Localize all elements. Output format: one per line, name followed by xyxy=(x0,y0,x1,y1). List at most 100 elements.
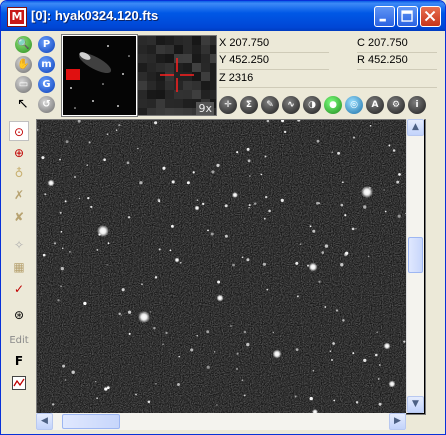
sparkle-icon[interactable]: ✧ xyxy=(9,235,29,255)
sigma-icon[interactable]: Σ xyxy=(240,96,258,114)
faint-star xyxy=(216,404,218,406)
scroll-right-button[interactable]: ▶ xyxy=(389,413,406,430)
faint-star xyxy=(341,181,344,184)
faint-star xyxy=(186,181,190,185)
maximize-icon xyxy=(401,10,413,22)
faint-star xyxy=(177,383,180,386)
faint-star xyxy=(344,214,347,217)
horizontal-scroll-thumb[interactable] xyxy=(62,414,120,429)
faint-star xyxy=(378,364,381,366)
bright-star xyxy=(47,179,55,187)
horizontal-scrollbar[interactable]: ◀ ▶ xyxy=(36,413,406,430)
target-add-icon[interactable]: ⊕ xyxy=(9,143,29,163)
contrast-icon[interactable]: ◑ xyxy=(303,96,321,114)
crosshair-icon[interactable]: ✛ xyxy=(219,96,237,114)
faint-star xyxy=(64,379,67,381)
image-thumbnail[interactable] xyxy=(61,34,138,117)
image-canvas[interactable] xyxy=(36,119,426,415)
faint-star xyxy=(363,205,367,209)
gear-icon[interactable]: ⚙ xyxy=(387,96,405,114)
faint-star xyxy=(139,181,143,185)
f-button[interactable]: F xyxy=(9,351,29,371)
window-icon[interactable]: ▭ xyxy=(15,76,32,93)
a-icon[interactable]: A xyxy=(366,96,384,114)
undo-icon[interactable]: ↺ xyxy=(38,96,55,113)
aperture-icon[interactable]: ⊛ xyxy=(9,305,29,325)
faint-star xyxy=(309,396,313,401)
faint-star xyxy=(369,187,371,189)
hand-icon[interactable]: ✋ xyxy=(15,56,32,73)
faint-star xyxy=(73,175,77,179)
faint-star xyxy=(65,140,69,144)
minimize-button[interactable] xyxy=(374,6,395,27)
close-icon xyxy=(424,10,436,22)
faint-star xyxy=(196,199,199,202)
faint-star xyxy=(60,285,63,288)
faint-star xyxy=(83,301,87,306)
faint-star xyxy=(383,189,385,191)
target-icon[interactable]: ◎ xyxy=(345,96,363,114)
close-button[interactable] xyxy=(420,6,441,27)
faint-star xyxy=(295,348,299,351)
wave-icon[interactable]: ∿ xyxy=(282,96,300,114)
p-icon[interactable]: P xyxy=(38,36,55,53)
scroll-left-button[interactable]: ◀ xyxy=(36,413,53,430)
vertical-scroll-thumb[interactable] xyxy=(408,237,423,273)
palette-icon[interactable]: ● xyxy=(324,96,342,114)
check-icon[interactable]: ✓ xyxy=(9,279,29,299)
tool-x-icon[interactable]: ✗ xyxy=(9,185,29,205)
info-icon[interactable]: i xyxy=(408,96,426,114)
faint-star xyxy=(60,231,63,233)
faint-star xyxy=(324,306,327,308)
faint-star xyxy=(352,352,355,355)
m-icon[interactable]: m xyxy=(38,56,55,73)
faint-star xyxy=(396,180,400,184)
target-mark-icon[interactable]: ⊙ xyxy=(9,121,29,141)
grid-icon[interactable]: ▦ xyxy=(9,257,29,277)
g-icon[interactable]: G xyxy=(38,76,55,93)
faint-star xyxy=(155,382,157,385)
faint-star xyxy=(316,201,319,205)
faint-star xyxy=(162,343,164,346)
title-bar[interactable]: M [0]: hyak0324.120.fts xyxy=(1,1,445,31)
faint-star xyxy=(53,242,57,245)
faint-star xyxy=(309,225,312,228)
pointer-icon[interactable]: ↖ xyxy=(17,96,31,112)
faint-star xyxy=(355,401,359,404)
plot-icon[interactable] xyxy=(9,373,29,393)
faint-star xyxy=(115,129,118,131)
edit-button[interactable]: Edit xyxy=(9,331,29,351)
c-readout: C 207.750 xyxy=(357,35,437,53)
faint-star xyxy=(90,205,93,209)
dropper-icon[interactable]: ✎ xyxy=(261,96,279,114)
faint-star xyxy=(230,325,232,327)
faint-star xyxy=(64,200,67,203)
scroll-up-button[interactable]: ▲ xyxy=(407,119,424,136)
faint-star xyxy=(247,159,251,163)
faint-star xyxy=(331,151,334,153)
vertical-scrollbar[interactable]: ▲ ▼ xyxy=(406,119,424,413)
faint-star xyxy=(333,399,336,402)
faint-star xyxy=(178,355,181,358)
x-readout: X 207.750 xyxy=(219,35,329,53)
faint-star xyxy=(127,310,132,314)
zoom-icon[interactable]: 🔍 xyxy=(15,36,32,53)
view-region-marker xyxy=(66,69,80,80)
app-icon[interactable]: M xyxy=(7,7,27,27)
faint-star xyxy=(158,248,161,251)
faint-star xyxy=(337,151,341,155)
faint-star xyxy=(246,147,250,151)
faint-star xyxy=(280,198,284,202)
scroll-down-button[interactable]: ▼ xyxy=(407,396,424,413)
faint-star xyxy=(104,387,108,391)
pin-icon[interactable]: ♁ xyxy=(9,163,29,183)
maximize-button[interactable] xyxy=(397,6,418,27)
faint-star xyxy=(103,158,106,162)
minimize-icon xyxy=(379,18,386,22)
faint-star xyxy=(318,280,321,283)
tool-x2-icon[interactable]: ✘ xyxy=(9,207,29,227)
bright-star xyxy=(138,311,150,323)
faint-star xyxy=(345,251,349,255)
faint-star xyxy=(210,232,214,236)
bright-star xyxy=(232,192,238,198)
